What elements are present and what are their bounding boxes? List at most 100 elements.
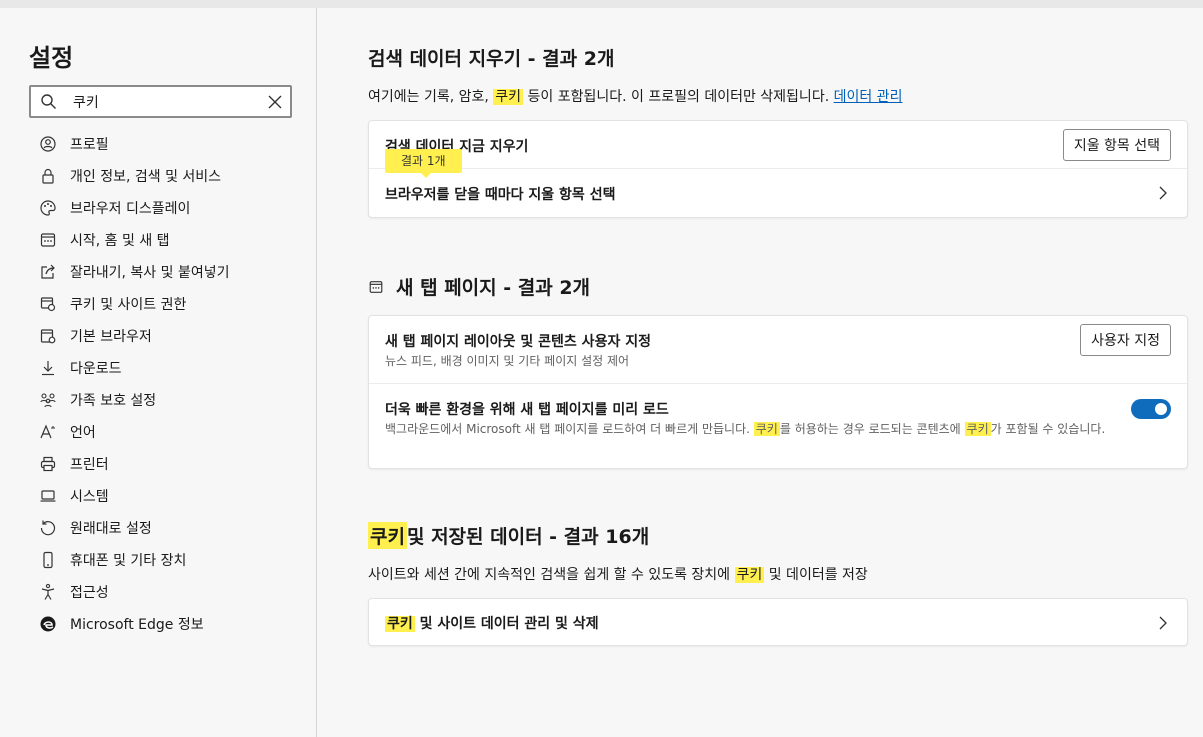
phone-icon	[38, 550, 58, 570]
sidebar-item-downloads[interactable]: 다운로드	[38, 352, 308, 384]
sidebar-item-languages[interactable]: 언어	[38, 416, 308, 448]
sidebar-item-label: 접근성	[70, 585, 109, 601]
cookies-heading: 쿠키 및 저장된 데이터 - 결과 16개	[368, 522, 649, 549]
sidebar-item-label: 휴대폰 및 기타 장치	[70, 553, 187, 569]
reset-icon	[38, 518, 58, 538]
manage-cookies-text: 및 사이트 데이터 관리 및 삭제	[414, 616, 599, 632]
customize-layout-title: 새 탭 페이지 레이아웃 및 콘텐츠 사용자 지정	[385, 334, 651, 350]
sidebar-item-cookies[interactable]: 쿠키 및 사이트 권한	[38, 288, 308, 320]
family-icon	[38, 390, 58, 410]
search-highlight: 쿠키	[753, 422, 780, 436]
cookie-icon	[38, 294, 58, 314]
system-icon	[38, 486, 58, 506]
sidebar-item-label: 개인 정보, 검색 및 서비스	[70, 169, 222, 185]
preload-row: 더욱 빠른 환경을 위해 새 탭 페이지를 미리 로드 백그라운드에서 Micr…	[369, 384, 1187, 468]
profile-icon	[38, 134, 58, 154]
cookies-heading-text: 및 저장된 데이터 - 결과 16개	[406, 526, 650, 548]
sidebar-item-profile[interactable]: 프로필	[38, 128, 308, 160]
share-icon	[38, 262, 58, 282]
sidebar-item-label: 기본 브라우저	[70, 329, 152, 345]
settings-sidebar: 설정 프로필 개인 정보, 검색 및 서비스 브	[0, 8, 317, 737]
new-tab-icon	[369, 280, 383, 293]
sidebar-item-label: 가족 보호 설정	[70, 393, 157, 409]
new-tab-heading-text: 새 탭 페이지 - 결과 2개	[396, 277, 591, 299]
manage-data-link[interactable]: 데이터 관리	[834, 89, 903, 105]
sidebar-item-system[interactable]: 시스템	[38, 480, 308, 512]
search-highlight: 쿠키	[964, 422, 991, 436]
preload-subtitle: 백그라운드에서 Microsoft 새 탭 페이지를 로드하여 더 빠르게 만듭…	[385, 421, 1135, 437]
search-highlight: 쿠키	[368, 522, 407, 549]
new-tab-heading: 새 탭 페이지 - 결과 2개	[368, 273, 590, 300]
sidebar-item-printers[interactable]: 프린터	[38, 448, 308, 480]
customize-button[interactable]: 사용자 지정	[1080, 324, 1171, 356]
sidebar-item-label: 브라우저 디스플레이	[70, 201, 191, 217]
sidebar-item-label: 원래대로 설정	[70, 521, 152, 537]
search-highlight: 쿠키	[493, 89, 524, 105]
chevron-right-icon	[1159, 186, 1167, 200]
search-icon	[41, 94, 56, 109]
palette-icon	[38, 198, 58, 218]
cookies-desc-text: 사이트와 세션 간에 지속적인 검색을 쉽게 할 수 있도록 장치에	[368, 567, 735, 583]
printer-icon	[38, 454, 58, 474]
customize-layout-subtitle: 뉴스 피드, 배경 이미지 및 기타 페이지 설정 제어	[385, 354, 630, 368]
window-top-strip	[0, 0, 1203, 8]
sidebar-item-label: Microsoft Edge 정보	[70, 617, 204, 633]
sidebar-title: 설정	[29, 44, 74, 72]
preload-sub-text: 가 포함될 수 있습니다.	[990, 422, 1106, 436]
sidebar-item-family-safety[interactable]: 가족 보호 설정	[38, 384, 308, 416]
sidebar-item-label: 언어	[70, 425, 96, 441]
sidebar-item-label: 시작, 홈 및 새 탭	[70, 233, 170, 249]
clear-search-icon[interactable]	[266, 93, 284, 111]
sidebar-item-appearance[interactable]: 브라우저 디스플레이	[38, 192, 308, 224]
sidebar-item-label: 프린터	[70, 457, 109, 473]
settings-search-input[interactable]	[73, 90, 253, 113]
settings-main: 검색 데이터 지우기 - 결과 2개 여기에는 기록, 암호, 쿠키 등이 포함…	[318, 8, 1203, 737]
sidebar-item-label: 쿠키 및 사이트 권한	[70, 297, 187, 313]
clear-now-row: 검색 데이터 지금 지우기 지울 항목 선택 결과 1개	[369, 121, 1187, 178]
cookies-desc-text: 및 데이터를 저장	[764, 567, 868, 583]
browser-icon	[38, 326, 58, 346]
clear-desc-text: 등이 포함됩니다. 이 프로필의 데이터만 삭제됩니다.	[523, 89, 834, 105]
preload-toggle[interactable]	[1131, 399, 1171, 419]
sidebar-item-phone-devices[interactable]: 휴대폰 및 기타 장치	[38, 544, 308, 576]
lock-icon	[38, 166, 58, 186]
language-icon	[38, 422, 58, 442]
settings-nav: 프로필 개인 정보, 검색 및 서비스 브라우저 디스플레이 시작, 홈 및 새…	[38, 128, 308, 640]
preload-title: 더욱 빠른 환경을 위해 새 탭 페이지를 미리 로드	[385, 402, 669, 418]
search-highlight: 쿠키	[385, 616, 415, 632]
cookies-card: 쿠키 및 사이트 데이터 관리 및 삭제	[368, 598, 1188, 646]
sidebar-item-about-edge[interactable]: Microsoft Edge 정보	[38, 608, 308, 640]
sidebar-item-label: 다운로드	[70, 361, 122, 377]
sidebar-item-share-copy[interactable]: 잘라내기, 복사 및 붙여넣기	[38, 256, 308, 288]
manage-cookies-title: 쿠키 및 사이트 데이터 관리 및 삭제	[385, 613, 599, 633]
choose-what-to-clear-button[interactable]: 지울 항목 선택	[1062, 129, 1171, 161]
cookies-description: 사이트와 세션 간에 지속적인 검색을 쉽게 할 수 있도록 장치에 쿠키 및 …	[368, 564, 868, 584]
chevron-right-icon	[1159, 616, 1167, 630]
sidebar-item-default-browser[interactable]: 기본 브라우저	[38, 320, 308, 352]
toggle-knob	[1155, 403, 1167, 415]
clear-on-close-title: 브라우저를 닫을 때마다 지울 항목 선택	[385, 187, 616, 203]
sidebar-item-label: 프로필	[70, 137, 109, 153]
new-tab-card: 새 탭 페이지 레이아웃 및 콘텐츠 사용자 지정 뉴스 피드, 배경 이미지 …	[368, 315, 1188, 469]
sidebar-item-label: 잘라내기, 복사 및 붙여넣기	[70, 265, 230, 281]
preload-sub-text: 를 허용하는 경우 로드되는 콘텐츠에	[779, 422, 965, 436]
settings-search-box[interactable]	[29, 85, 292, 118]
download-icon	[38, 358, 58, 378]
sidebar-item-privacy[interactable]: 개인 정보, 검색 및 서비스	[38, 160, 308, 192]
clear-on-close-row[interactable]: 브라우저를 닫을 때마다 지울 항목 선택	[369, 169, 1187, 217]
sidebar-item-accessibility[interactable]: 접근성	[38, 576, 308, 608]
clear-data-description: 여기에는 기록, 암호, 쿠키 등이 포함됩니다. 이 프로필의 데이터만 삭제…	[368, 86, 902, 106]
sidebar-item-label: 시스템	[70, 489, 109, 505]
home-icon	[38, 230, 58, 250]
customize-layout-row: 새 탭 페이지 레이아웃 및 콘텐츠 사용자 지정 뉴스 피드, 배경 이미지 …	[369, 316, 1187, 384]
edge-icon	[38, 614, 58, 634]
clear-data-heading: 검색 데이터 지우기 - 결과 2개	[368, 48, 615, 70]
sidebar-item-reset[interactable]: 원래대로 설정	[38, 512, 308, 544]
accessibility-icon	[38, 582, 58, 602]
manage-cookies-row[interactable]: 쿠키 및 사이트 데이터 관리 및 삭제	[369, 599, 1187, 647]
preload-sub-text: 백그라운드에서 Microsoft 새 탭 페이지를 로드하여 더 빠르게 만듭…	[385, 422, 754, 436]
search-highlight: 쿠키	[734, 567, 765, 583]
clear-desc-text: 여기에는 기록, 암호,	[368, 89, 494, 105]
clear-data-card: 검색 데이터 지금 지우기 지울 항목 선택 결과 1개 브라우저를 닫을 때마…	[368, 120, 1188, 218]
sidebar-item-start-home[interactable]: 시작, 홈 및 새 탭	[38, 224, 308, 256]
